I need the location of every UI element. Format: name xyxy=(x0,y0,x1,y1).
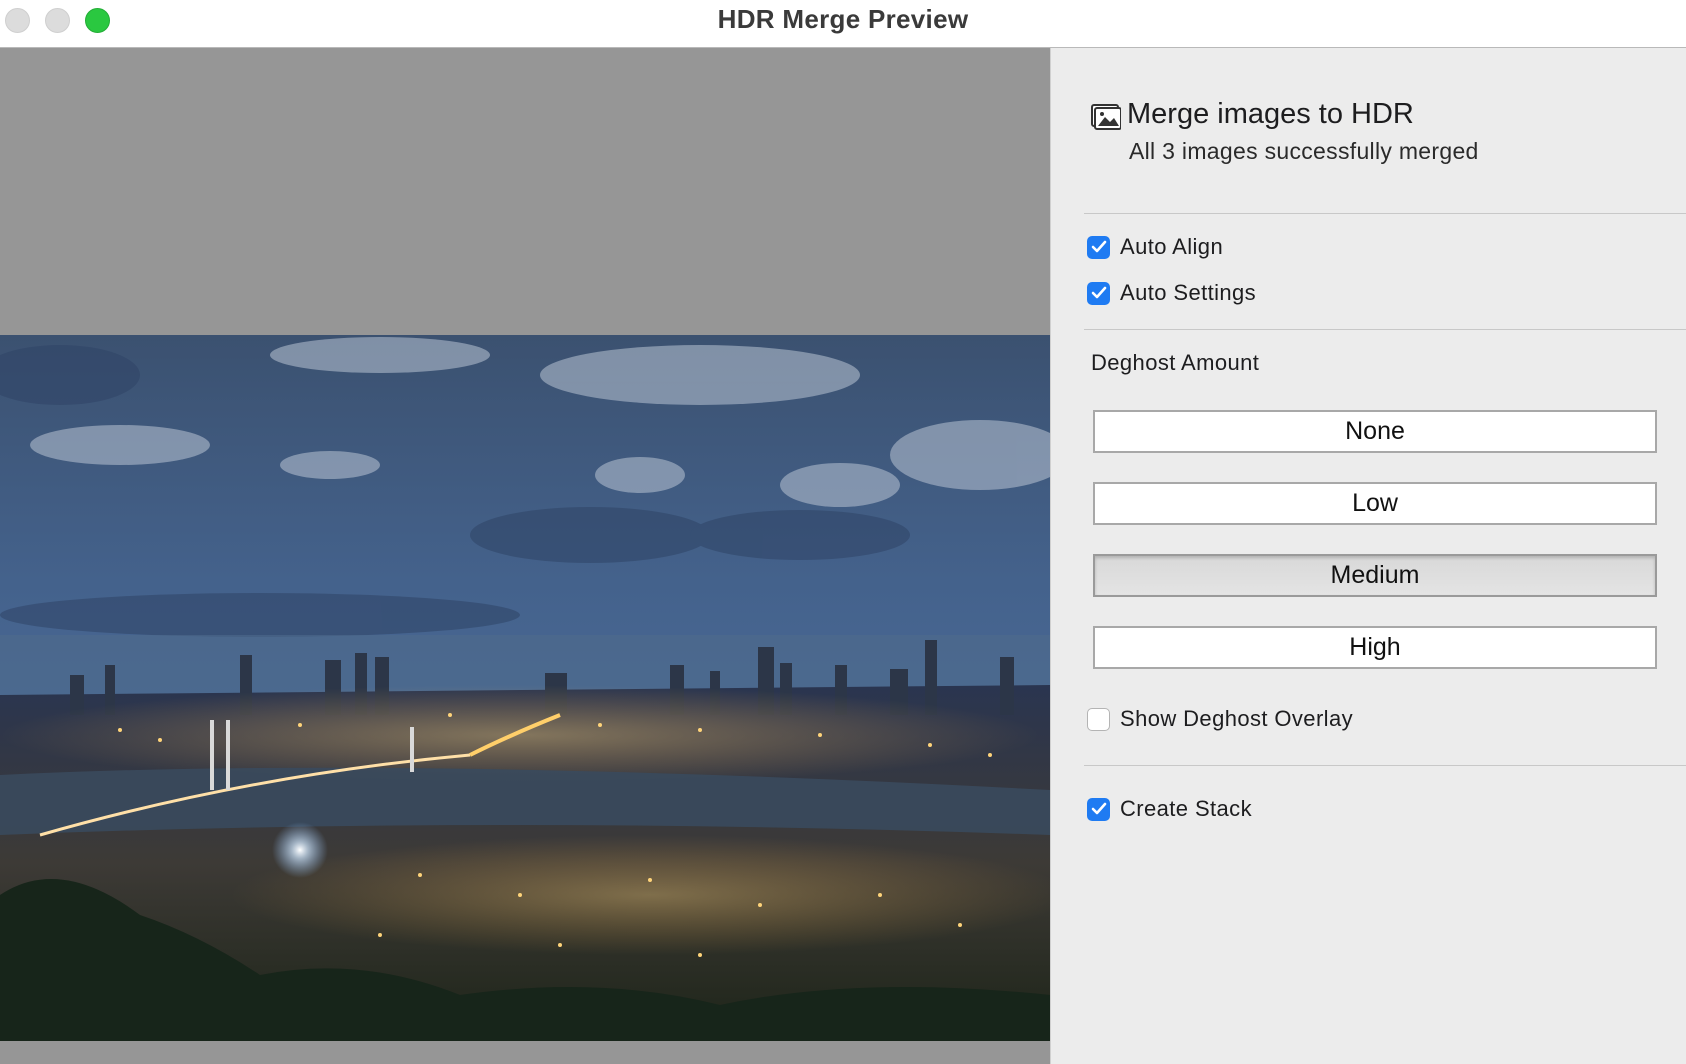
divider xyxy=(1084,329,1686,330)
show-deghost-overlay-label: Show Deghost Overlay xyxy=(1120,706,1353,731)
auto-settings-checkbox[interactable] xyxy=(1087,281,1110,305)
deghost-low-button[interactable]: Low xyxy=(1093,482,1657,525)
checkmark-icon xyxy=(1091,286,1106,299)
merge-status: All 3 images successfully merged xyxy=(1129,138,1479,164)
auto-settings-label: Auto Settings xyxy=(1120,280,1257,305)
deghost-amount-label: Deghost Amount xyxy=(1091,350,1260,375)
auto-settings-option[interactable]: Auto Settings xyxy=(1087,278,1256,308)
photo-stack-icon xyxy=(1091,104,1121,130)
auto-align-checkbox[interactable] xyxy=(1087,235,1110,259)
title-bar: HDR Merge Preview xyxy=(0,0,1686,48)
create-stack-checkbox[interactable] xyxy=(1087,797,1110,821)
deghost-none-button[interactable]: None xyxy=(1093,410,1657,453)
preview-pane xyxy=(0,48,1050,1064)
checkmark-icon xyxy=(1091,240,1106,253)
deghost-high-button[interactable]: High xyxy=(1093,626,1657,669)
create-stack-option[interactable]: Create Stack xyxy=(1087,794,1252,824)
window-title: HDR Merge Preview xyxy=(717,4,969,34)
checkmark-icon xyxy=(1091,802,1106,815)
panel-title: Merge images to HDR xyxy=(1127,98,1414,130)
merge-options-panel: Merge images to HDR All 3 images success… xyxy=(1050,48,1686,1064)
create-stack-label: Create Stack xyxy=(1120,796,1252,821)
divider xyxy=(1084,213,1686,214)
auto-align-option[interactable]: Auto Align xyxy=(1087,232,1223,262)
hdr-preview-image xyxy=(0,335,1050,1041)
show-deghost-overlay-option[interactable]: Show Deghost Overlay xyxy=(1087,704,1353,734)
deghost-medium-button[interactable]: Medium xyxy=(1093,554,1657,597)
show-deghost-overlay-checkbox[interactable] xyxy=(1087,707,1110,731)
divider xyxy=(1084,765,1686,766)
auto-align-label: Auto Align xyxy=(1120,234,1224,259)
